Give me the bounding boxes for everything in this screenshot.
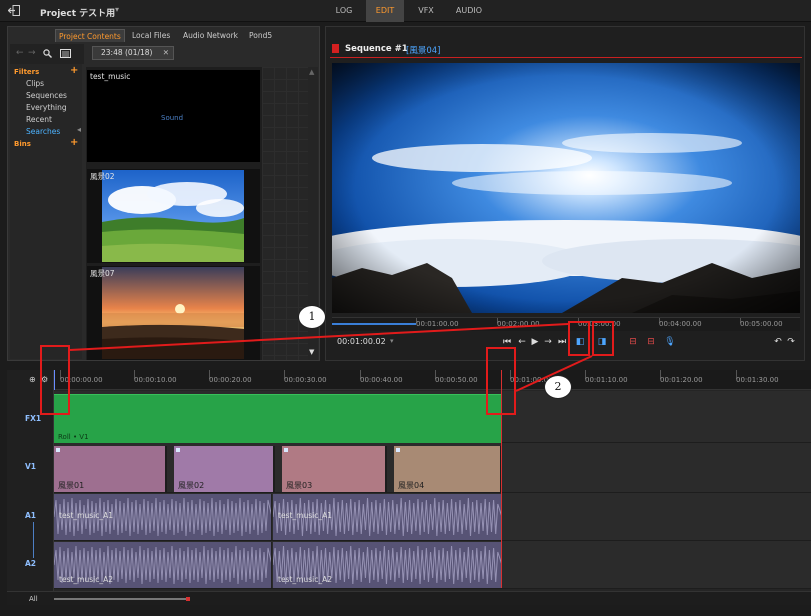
callout-2: 2 xyxy=(544,375,572,399)
annotation-lines xyxy=(69,323,593,392)
callout-1: 1 xyxy=(298,305,326,329)
